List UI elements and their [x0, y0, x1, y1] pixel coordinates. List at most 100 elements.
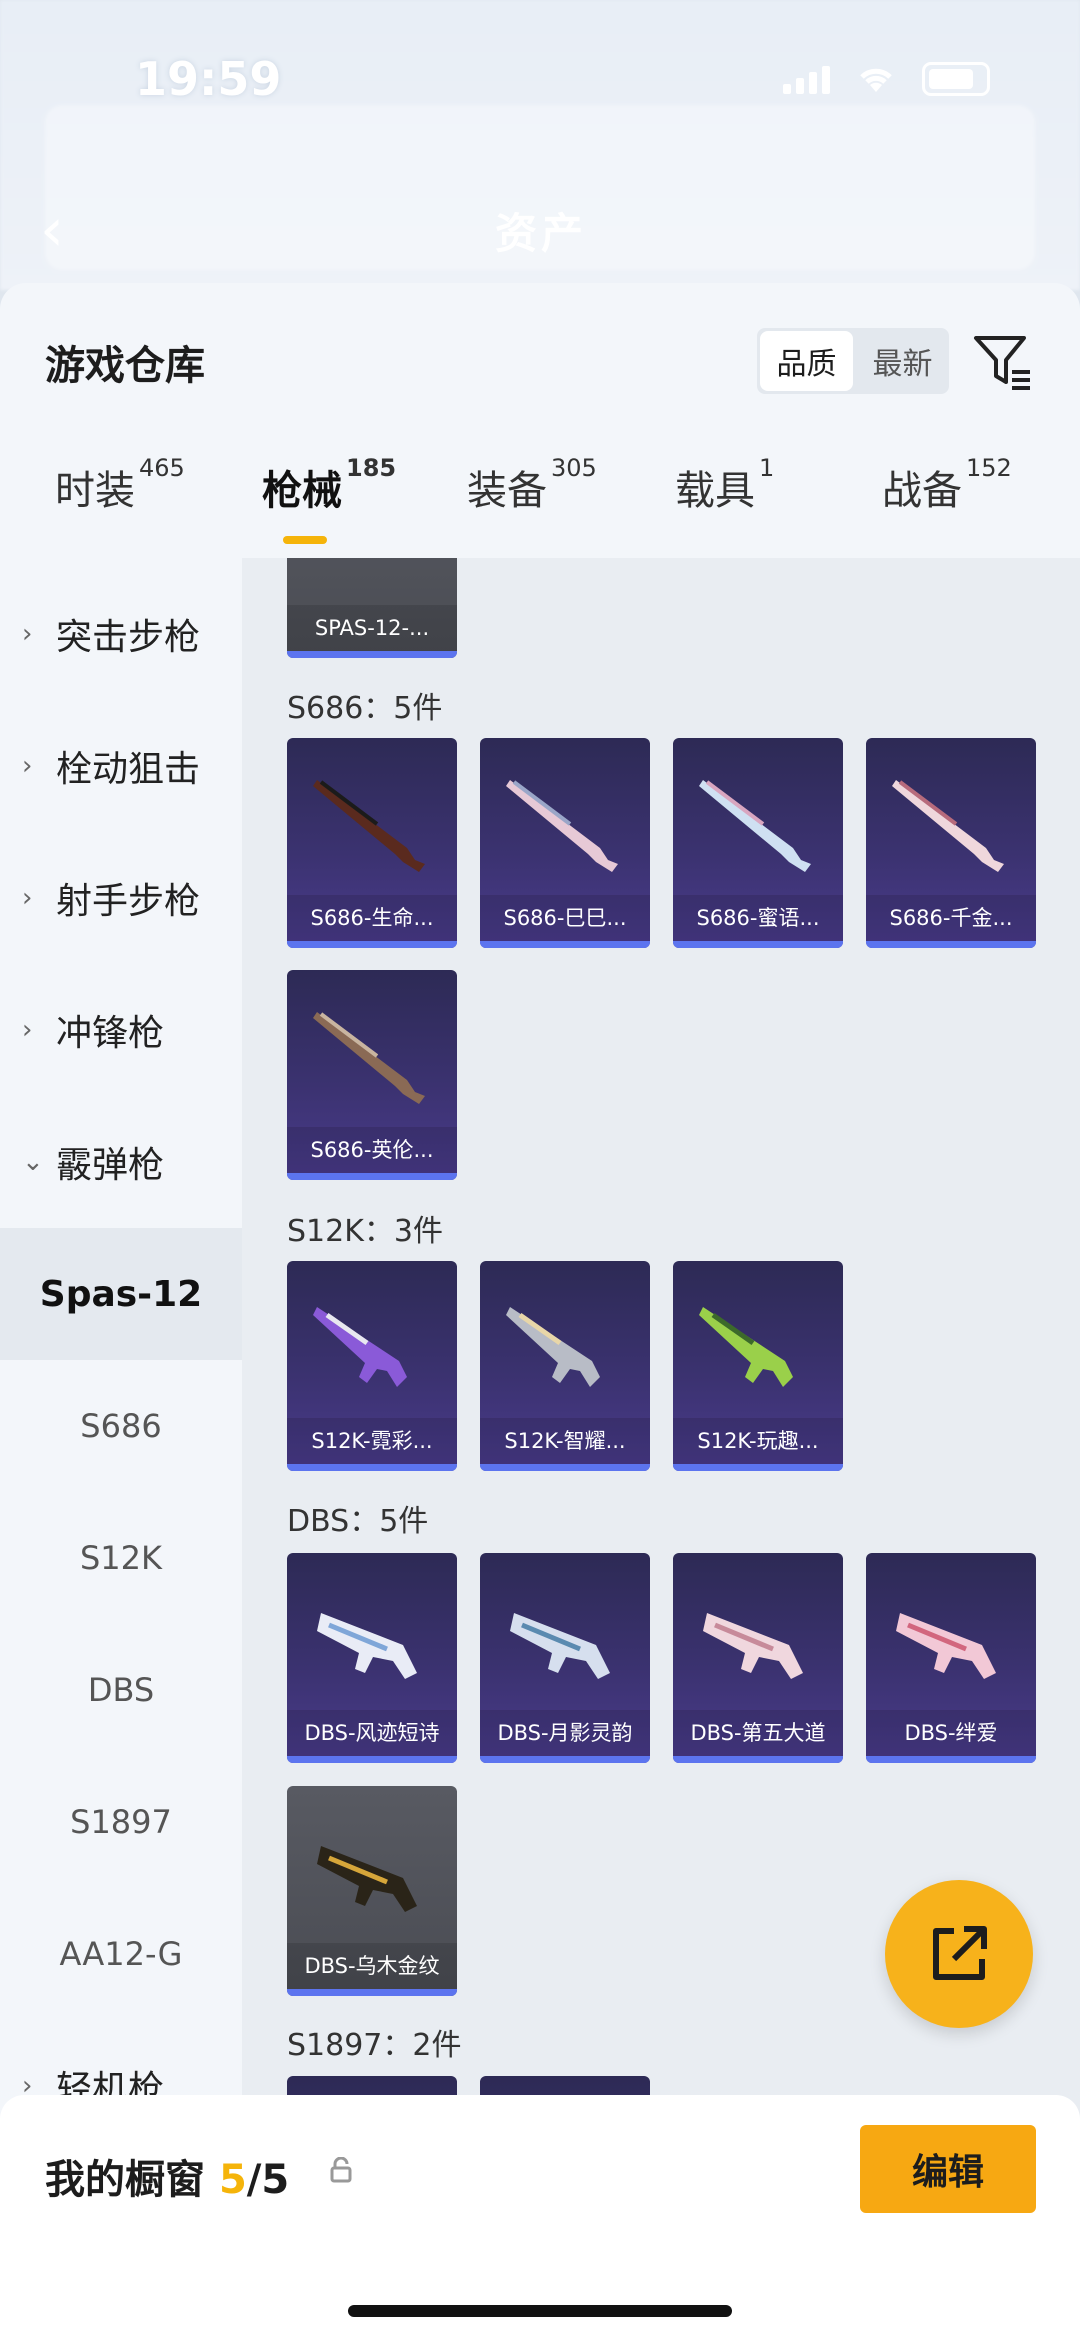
showcase-count-current: 5: [218, 2157, 247, 2203]
sidebar-sub-s12k[interactable]: S12K: [0, 1492, 242, 1624]
chevron-right-icon: ›: [22, 883, 33, 913]
weapon-card-name: S686-生命...: [287, 895, 457, 941]
sidebar-sub-spas12[interactable]: Spas-12: [0, 1228, 242, 1360]
sidebar-cat-bolt-sniper[interactable]: › 栓动狙击: [0, 700, 242, 832]
rarity-bar: [287, 651, 457, 658]
shotgun-icon: [699, 780, 811, 872]
shotgun-icon: [313, 780, 425, 872]
showcase-label: 我的橱窗 5/5: [45, 2147, 289, 2205]
weapon-card[interactable]: S686-生命...: [287, 738, 457, 948]
rifle-icon: [506, 1307, 600, 1387]
rarity-bar: [287, 1173, 457, 1180]
group-header-s1897: S1897：2件: [287, 2028, 462, 2063]
chevron-down-icon: ⌄: [22, 1147, 44, 1177]
chevron-right-icon: ›: [22, 751, 33, 781]
sidebar-sub-s686[interactable]: S686: [0, 1360, 242, 1492]
filter-icon[interactable]: [970, 328, 1036, 394]
sidebar-cat-assault-rifle[interactable]: › 突击步枪: [0, 568, 242, 700]
weapon-card-name: S686-英伦...: [287, 1127, 457, 1173]
status-time: 19:59: [135, 52, 282, 106]
bullpup-shotgun-icon: [896, 1613, 996, 1679]
active-tab-indicator: [283, 536, 327, 544]
weapon-card[interactable]: DBS-月影灵韵: [480, 1553, 650, 1763]
weapon-card[interactable]: S12K-霓彩...: [287, 1261, 457, 1471]
weapon-card[interactable]: S686-巳巳...: [480, 738, 650, 948]
bullpup-shotgun-icon: [317, 1846, 417, 1912]
rarity-bar: [673, 1756, 843, 1763]
sidebar-cat-label: 突击步枪: [56, 617, 201, 658]
weapon-card-name: DBS-第五大道: [673, 1710, 843, 1756]
background-title: 资产: [495, 209, 588, 258]
weapon-card[interactable]: S686-英伦...: [287, 970, 457, 1180]
rarity-bar: [480, 1464, 650, 1471]
weapon-sidebar: › 突击步枪 › 栓动狙击 › 射手步枪 › 冲锋枪 ⌄ 霰弹枪 Spas-12 S686…: [0, 558, 242, 2148]
rarity-bar: [673, 941, 843, 948]
warehouse-sheet: 游戏仓库 品质 最新 时装 465 枪械 185 装备 305 载具 1 战备 152 ›…: [0, 283, 1080, 2341]
sidebar-cat-label: 霰弹枪: [56, 1145, 165, 1186]
sort-newest-button[interactable]: 最新: [856, 328, 949, 394]
showcase-count-total: /5: [246, 2157, 290, 2203]
bullpup-shotgun-icon: [317, 1613, 417, 1679]
weapon-card[interactable]: DBS-风迹短诗: [287, 1553, 457, 1763]
sidebar-cat-shotgun[interactable]: ⌄ 霰弹枪: [0, 1096, 242, 1228]
weapon-card-name: S12K-智耀...: [480, 1418, 650, 1464]
weapon-card[interactable]: DBS-乌木金纹: [287, 1786, 457, 1996]
shotgun-icon: [892, 780, 1004, 872]
rarity-bar: [866, 941, 1036, 948]
weapon-card-name: S12K-霓彩...: [287, 1418, 457, 1464]
group-header-s12k: S12K：3件: [287, 1214, 443, 1249]
weapon-card[interactable]: S12K-玩趣...: [673, 1261, 843, 1471]
weapon-card-name: DBS-月影灵韵: [480, 1710, 650, 1756]
bullpup-shotgun-icon: [510, 1613, 610, 1679]
home-indicator[interactable]: [348, 2305, 732, 2317]
weapon-card[interactable]: S686-蜜语...: [673, 738, 843, 948]
bullpup-shotgun-icon: [703, 1613, 803, 1679]
sidebar-cat-label: 射手步枪: [56, 881, 201, 922]
shotgun-icon: [506, 780, 618, 872]
sidebar-sub-aa12g[interactable]: AA12-G: [0, 1888, 242, 2020]
tab-fashion[interactable]: 时装 465: [55, 454, 185, 516]
battery-icon: [922, 62, 990, 96]
rarity-bar: [287, 1989, 457, 1996]
tab-supplies[interactable]: 战备 152: [882, 454, 1012, 516]
weapon-card-name: DBS-乌木金纹: [287, 1943, 457, 1989]
sidebar-cat-marksman-rifle[interactable]: › 射手步枪: [0, 832, 242, 964]
weapon-card[interactable]: SPAS-12-...: [287, 558, 457, 658]
showcase-title: 我的橱窗: [45, 2157, 205, 2203]
weapon-card-name: DBS-风迹短诗: [287, 1710, 457, 1756]
group-header-dbs: DBS：5件: [287, 1504, 429, 1539]
share-fab[interactable]: [885, 1880, 1033, 2028]
sheet-title: 游戏仓库: [45, 343, 205, 389]
external-link-icon: [933, 1926, 987, 1980]
wifi-icon: [860, 68, 892, 92]
rarity-bar: [480, 941, 650, 948]
weapon-card-name: SPAS-12-...: [287, 605, 457, 651]
sort-quality-button[interactable]: 品质: [760, 331, 853, 391]
rarity-bar: [287, 941, 457, 948]
weapon-card[interactable]: DBS-第五大道: [673, 1553, 843, 1763]
sidebar-cat-label: 冲锋枪: [56, 1013, 165, 1054]
shotgun-icon: [313, 1012, 425, 1104]
rarity-bar: [287, 1756, 457, 1763]
sidebar-sub-s1897[interactable]: S1897: [0, 1756, 242, 1888]
sidebar-cat-label: 栓动狙击: [56, 749, 201, 790]
back-arrow-icon[interactable]: ‹: [40, 195, 64, 265]
rarity-bar: [673, 1464, 843, 1471]
weapon-card[interactable]: S12K-智耀...: [480, 1261, 650, 1471]
weapon-card-name: S686-巳巳...: [480, 895, 650, 941]
tab-vehicles[interactable]: 载具 1: [675, 454, 774, 516]
sort-toggle[interactable]: 品质 最新: [757, 328, 949, 394]
group-header-s686: S686：5件: [287, 691, 443, 726]
sidebar-cat-smg[interactable]: › 冲锋枪: [0, 964, 242, 1096]
sidebar-sub-dbs[interactable]: DBS: [0, 1624, 242, 1756]
weapon-card-name: DBS-绊爱: [866, 1710, 1036, 1756]
weapon-card-name: S686-蜜语...: [673, 895, 843, 941]
tab-firearms[interactable]: 枪械 185: [262, 454, 396, 516]
weapon-card[interactable]: DBS-绊爱: [866, 1553, 1036, 1763]
tab-equipment[interactable]: 装备 305: [467, 454, 597, 516]
rarity-bar: [480, 1756, 650, 1763]
rifle-icon: [313, 1307, 407, 1387]
weapon-card[interactable]: S686-千金...: [866, 738, 1036, 948]
edit-button[interactable]: 编辑: [860, 2125, 1036, 2213]
weapon-card-name: S686-千金...: [866, 895, 1036, 941]
